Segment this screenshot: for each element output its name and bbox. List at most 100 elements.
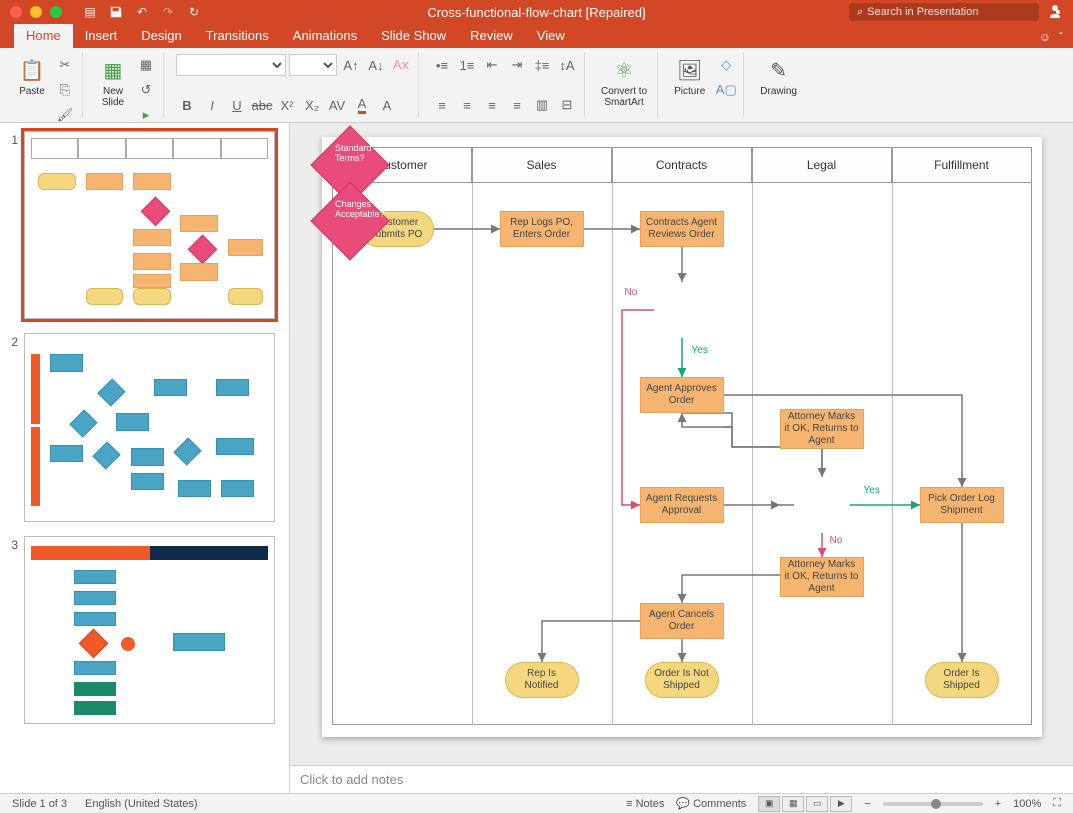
smartart-icon: ⚛ <box>610 56 638 84</box>
char-spacing-button[interactable]: AV <box>326 94 348 116</box>
layout-button[interactable]: ▦ <box>135 54 157 76</box>
reset-button[interactable]: ↺ <box>135 79 157 101</box>
clear-format-button[interactable]: Aⅹ <box>390 54 412 76</box>
cut-button[interactable]: ✂ <box>54 54 76 76</box>
slide-counter[interactable]: Slide 1 of 3 <box>12 798 67 810</box>
sorter-view-button[interactable]: ▦ <box>782 796 804 812</box>
slideshow-view-button[interactable]: ▶ <box>830 796 852 812</box>
shape-agent-cancels[interactable]: Agent Cancels Order <box>640 603 724 639</box>
search-input[interactable] <box>867 6 1031 18</box>
thumbnail-row: 3 <box>4 536 285 724</box>
tab-design[interactable]: Design <box>129 23 193 48</box>
close-window-button[interactable] <box>10 6 22 18</box>
shape-order-shipped[interactable]: Order Is Shipped <box>925 662 999 698</box>
align-right-button[interactable]: ≡ <box>481 94 503 116</box>
zoom-level[interactable]: 100% <box>1013 798 1041 810</box>
bullets-button[interactable]: •≡ <box>431 54 453 76</box>
language-status[interactable]: English (United States) <box>85 798 198 810</box>
strike-button[interactable]: abc <box>251 94 273 116</box>
lane-header-fulfillment[interactable]: Fulfillment <box>892 147 1032 183</box>
redo-icon[interactable]: ↷ <box>160 4 176 20</box>
outdent-button[interactable]: ⇤ <box>481 54 503 76</box>
lane-header-legal[interactable]: Legal <box>752 147 892 183</box>
new-slide-icon: ▦ <box>99 56 127 84</box>
share-icon[interactable] <box>1047 3 1063 22</box>
slide-thumbnail-2[interactable] <box>24 333 275 521</box>
collapse-ribbon-icon[interactable]: ˆ <box>1059 30 1063 44</box>
picture-button[interactable]: 🖼 Picture <box>670 54 709 101</box>
zoom-out-button[interactable]: − <box>864 798 870 810</box>
decrease-font-button[interactable]: A↓ <box>365 54 387 76</box>
shapes-button[interactable]: ◇ <box>715 54 737 76</box>
tab-slideshow[interactable]: Slide Show <box>369 23 458 48</box>
tab-home[interactable]: Home <box>14 23 73 48</box>
tab-insert[interactable]: Insert <box>73 23 130 48</box>
tab-review[interactable]: Review <box>458 23 525 48</box>
slide-canvas[interactable]: Customer Sales Contracts Legal Fulfillme… <box>322 137 1042 737</box>
bold-button[interactable]: B <box>176 94 198 116</box>
tab-animations[interactable]: Animations <box>281 23 369 48</box>
notes-toggle[interactable]: ≡ Notes <box>626 798 664 810</box>
slide-canvas-scroll[interactable]: Customer Sales Contracts Legal Fulfillme… <box>290 123 1073 765</box>
shape-agent-approves[interactable]: Agent Approves Order <box>640 377 724 413</box>
minimize-window-button[interactable] <box>30 6 42 18</box>
indent-button[interactable]: ⇥ <box>506 54 528 76</box>
font-color-button[interactable]: A <box>351 94 373 116</box>
notes-pane[interactable]: Click to add notes <box>290 765 1073 793</box>
lane-header-sales[interactable]: Sales <box>472 147 612 183</box>
shape-rep-notified[interactable]: Rep Is Notified <box>505 662 579 698</box>
lane-header-contracts[interactable]: Contracts <box>612 147 752 183</box>
autosave-icon[interactable]: ▤ <box>82 4 98 20</box>
increase-font-button[interactable]: A↑ <box>340 54 362 76</box>
italic-button[interactable]: I <box>201 94 223 116</box>
shape-contracts-reviews[interactable]: Contracts Agent Reviews Order <box>640 211 724 247</box>
tab-transitions[interactable]: Transitions <box>194 23 281 48</box>
drawing-button[interactable]: ✎ Drawing <box>756 54 801 99</box>
align-text-button[interactable]: ⊟ <box>556 94 578 116</box>
convert-smartart-button[interactable]: ⚛ Convert to SmartArt <box>597 54 651 110</box>
underline-button[interactable]: U <box>226 94 248 116</box>
text-direction-button[interactable]: ↕A <box>556 54 578 76</box>
feedback-icon[interactable]: ☺ <box>1039 30 1051 44</box>
fit-window-button[interactable]: ⛶ <box>1053 797 1061 810</box>
columns-button[interactable]: ▥ <box>531 94 553 116</box>
numbering-button[interactable]: 1≡ <box>456 54 478 76</box>
line-spacing-button[interactable]: ‡≡ <box>531 54 553 76</box>
slide-panel[interactable]: 1 <box>0 123 290 793</box>
subscript-button[interactable]: X₂ <box>301 94 323 116</box>
shape-order-not-shipped[interactable]: Order Is Not Shipped <box>645 662 719 698</box>
paste-button[interactable]: 📋 Paste <box>14 54 50 126</box>
repeat-icon[interactable]: ↻ <box>186 4 202 20</box>
zoom-in-button[interactable]: + <box>995 798 1001 810</box>
save-icon[interactable] <box>108 4 124 20</box>
smartart-group: ⚛ Convert to SmartArt <box>591 52 658 118</box>
textbox-button[interactable]: A▢ <box>715 79 737 101</box>
normal-view-button[interactable]: ▣ <box>758 796 780 812</box>
label-no-1: No <box>625 287 638 298</box>
align-center-button[interactable]: ≡ <box>456 94 478 116</box>
slide-thumbnail-3[interactable] <box>24 536 275 724</box>
superscript-button[interactable]: X² <box>276 94 298 116</box>
align-left-button[interactable]: ≡ <box>431 94 453 116</box>
zoom-slider[interactable] <box>883 802 983 806</box>
maximize-window-button[interactable] <box>50 6 62 18</box>
shape-attorney-ok2[interactable]: Attorney Marks it OK, Returns to Agent <box>780 557 864 597</box>
justify-button[interactable]: ≡ <box>506 94 528 116</box>
label-yes-1: Yes <box>692 345 708 356</box>
font-size-select[interactable] <box>289 54 337 76</box>
shape-pick-order[interactable]: Pick Order Log Shipment <box>920 487 1004 523</box>
shape-rep-logs[interactable]: Rep Logs PO, Enters Order <box>500 211 584 247</box>
reading-view-button[interactable]: ▭ <box>806 796 828 812</box>
new-slide-button[interactable]: ▦ New Slide <box>95 54 131 126</box>
search-box[interactable]: ⌕ <box>849 3 1039 21</box>
tab-view[interactable]: View <box>525 23 577 48</box>
highlight-button[interactable]: A <box>376 94 398 116</box>
shape-attorney-ok1[interactable]: Attorney Marks it OK, Returns to Agent <box>780 409 864 449</box>
copy-button[interactable]: ⎘ <box>54 79 76 101</box>
slide-thumbnail-1[interactable] <box>24 131 275 319</box>
font-name-select[interactable] <box>176 54 286 76</box>
undo-icon[interactable]: ↶ <box>134 4 150 20</box>
quick-access-toolbar: ▤ ↶ ↷ ↻ <box>82 4 202 20</box>
comments-toggle[interactable]: 💬 Comments <box>676 797 746 810</box>
shape-agent-requests[interactable]: Agent Requests Approval <box>640 487 724 523</box>
